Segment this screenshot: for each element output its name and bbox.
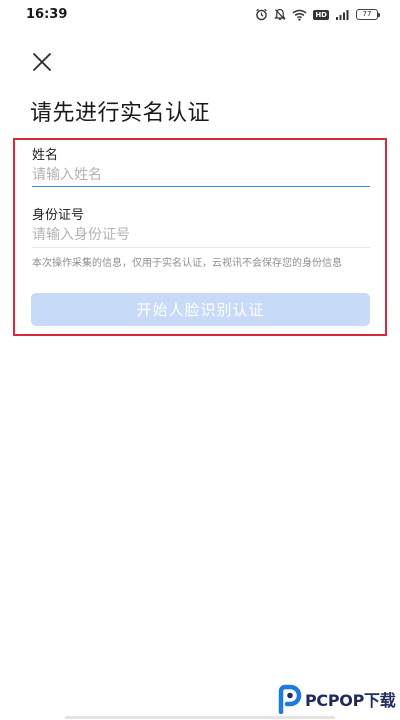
watermark: PCPOP下载 xyxy=(276,684,396,714)
alarm-icon xyxy=(256,8,268,21)
close-icon xyxy=(33,53,51,71)
mute-icon xyxy=(274,8,287,20)
hd-badge: HD xyxy=(313,9,329,20)
name-input-underline xyxy=(32,186,370,187)
id-number-input[interactable] xyxy=(32,222,370,248)
start-face-verification-button[interactable]: 开始人脸识别认证 xyxy=(31,293,370,326)
status-icons: HD 77 xyxy=(255,8,380,21)
id-number-input-underline xyxy=(32,247,370,248)
battery-icon: 77 xyxy=(356,9,380,20)
wifi-icon xyxy=(292,9,307,21)
name-label: 姓名 xyxy=(32,148,59,163)
home-indicator xyxy=(65,716,335,719)
signal-icon xyxy=(336,9,349,20)
watermark-text: PCPOP下载 xyxy=(305,691,396,710)
id-number-label: 身份证号 xyxy=(32,208,85,223)
status-time: 16:39 xyxy=(26,7,68,22)
pcpop-logo-icon xyxy=(278,684,302,714)
privacy-note: 本次操作采集的信息，仅用于实名认证，云视讯不会保存您的身份信息 xyxy=(32,258,342,269)
name-input[interactable] xyxy=(32,162,370,188)
close-button[interactable] xyxy=(30,50,54,74)
status-bar: 16:39 HD 77 xyxy=(0,0,400,32)
battery-level: 77 xyxy=(362,10,372,18)
page-title: 请先进行实名认证 xyxy=(30,101,211,126)
